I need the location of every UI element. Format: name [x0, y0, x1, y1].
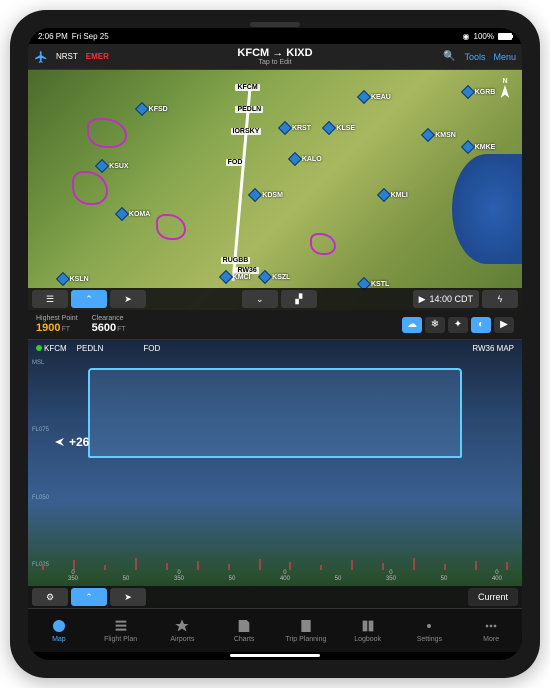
status-time: 2:06 PM [38, 32, 68, 41]
cloud-layer-toggle[interactable]: ☁ [402, 317, 422, 333]
route-title: KFCM → KIXD [237, 47, 312, 59]
time-label: 14:00 CDT [429, 294, 473, 304]
hp-unit: FT [61, 326, 70, 333]
route-header[interactable]: KFCM → KIXD Tap to Edit [237, 47, 312, 66]
hp-label: Highest Point [36, 315, 78, 322]
altitude-scale: MSL FL075 FL050 FL025 [32, 360, 49, 568]
airport[interactable]: KMKE [463, 142, 496, 152]
tab-airports[interactable]: Airports [152, 609, 214, 652]
map-tool-button[interactable]: ▞ [281, 290, 317, 308]
distance-scale: 0350 50 0350 50 0400 50 0350 50 0400 [68, 562, 502, 582]
chevron-down-button[interactable]: ⌄ [242, 290, 278, 308]
map-mode-button[interactable]: ⌃ [71, 290, 107, 308]
profile-wp-1: PEDLN [77, 344, 104, 353]
battery-pct: 100% [474, 32, 494, 41]
nrst-button[interactable]: NRST [56, 52, 78, 61]
airport[interactable]: KDSM [250, 190, 283, 200]
profile-locate-button[interactable]: ➤ [110, 588, 146, 606]
current-button[interactable]: Current [468, 588, 518, 606]
profile-toolbar: ⚙ ⌃ ➤ Current [28, 586, 522, 608]
screen: 2:06 PM Fri Sep 25 ◉ 100% NRST EMER KFCM… [28, 28, 522, 660]
ipad-frame: 2:06 PM Fri Sep 25 ◉ 100% NRST EMER KFCM… [10, 10, 540, 678]
home-indicator[interactable] [230, 654, 320, 657]
emer-button[interactable]: EMER [86, 52, 109, 61]
waypoint-2[interactable]: IORSKY [231, 128, 262, 135]
cl-label: Clearance [92, 315, 126, 322]
airport[interactable]: KSZL [260, 272, 290, 282]
ownship-alt: +26 [69, 435, 89, 449]
airport[interactable]: KMSN [423, 130, 456, 140]
cl-value: 5600 [92, 322, 116, 334]
play-icon: ▶ [419, 294, 426, 305]
airport[interactable]: KGRB [463, 87, 496, 97]
day-night-toggle[interactable]: ◐ [471, 317, 491, 333]
status-bar: 2:06 PM Fri Sep 25 ◉ 100% [28, 28, 522, 44]
airport[interactable]: KRST [280, 123, 311, 133]
hp-value: 1900 [36, 322, 60, 334]
metrics-bar: Highest Point 1900FT Clearance 5600FT ☁ … [28, 310, 522, 340]
lightning-button[interactable]: ϟ [482, 290, 518, 308]
battery-icon [498, 33, 512, 40]
map-view[interactable]: N KFCM PEDLN IORSKY FOD RUGBB RW36 KFSD … [28, 70, 522, 310]
search-icon[interactable]: 🔍 [442, 50, 456, 64]
tab-charts[interactable]: Charts [213, 609, 275, 652]
profile-view[interactable]: KFCM PEDLN FOD RW36 MAP MSL FL075 FL050 … [28, 340, 522, 608]
locate-button[interactable]: ➤ [110, 290, 146, 308]
tab-settings[interactable]: Settings [399, 609, 461, 652]
airport[interactable]: KFSD [137, 104, 168, 114]
airspace-shape [310, 233, 336, 255]
compass[interactable]: N [496, 78, 514, 100]
menu-button[interactable]: Menu [493, 52, 516, 62]
cloud-layer [88, 368, 462, 458]
tab-tripplanning[interactable]: Trip Planning [275, 609, 337, 652]
profile-wp-0: KFCM [36, 344, 67, 353]
waypoint-1[interactable]: PEDLN [235, 106, 263, 113]
airport[interactable]: KMCI [221, 272, 251, 282]
profile-wp-3: RW36 MAP [472, 344, 514, 353]
compass-n: N [502, 78, 507, 85]
airport[interactable]: KOMA [117, 209, 150, 219]
ice-layer-toggle[interactable]: ❄ [425, 317, 445, 333]
top-nav: NRST EMER KFCM → KIXD Tap to Edit 🔍 Tool… [28, 44, 522, 70]
waypoint-origin[interactable]: KFCM [235, 84, 259, 91]
airport[interactable]: KALO [290, 154, 322, 164]
ownship-marker: +26 [54, 435, 89, 449]
airspace-shape [156, 214, 186, 240]
tab-map[interactable]: Map [28, 609, 90, 652]
profile-settings-button[interactable]: ⚙ [32, 588, 68, 606]
connect-icon[interactable] [34, 50, 48, 64]
clearance-metric: Clearance 5600FT [92, 315, 126, 334]
time-scrubber[interactable]: ▶ 14:00 CDT [413, 290, 479, 308]
airport[interactable]: KMLI [379, 190, 408, 200]
map-toolbar: ☰ ⌃ ➤ ⌄ ▞ ▶ 14:00 CDT ϟ [28, 288, 522, 310]
route-line [232, 89, 252, 281]
tools-button[interactable]: Tools [464, 52, 485, 62]
turb-layer-toggle[interactable]: ✦ [448, 317, 468, 333]
airport[interactable]: KLSE [324, 123, 355, 133]
waypoint-3[interactable]: FOD [226, 159, 245, 166]
tab-logbook[interactable]: Logbook [337, 609, 399, 652]
cl-unit: FT [117, 326, 126, 333]
route-subtitle: Tap to Edit [237, 59, 312, 66]
airspace-shape [72, 171, 108, 205]
profile-mode-button[interactable]: ⌃ [71, 588, 107, 606]
wifi-icon: ◉ [463, 32, 470, 41]
tab-flightplan[interactable]: Flight Plan [90, 609, 152, 652]
status-date: Fri Sep 25 [72, 32, 109, 41]
tab-bar: Map Flight Plan Airports Charts Trip Pla… [28, 608, 522, 652]
airport[interactable]: KEAU [359, 92, 391, 102]
airspace-shape [87, 118, 127, 148]
profile-waypoints: KFCM PEDLN FOD RW36 MAP [36, 344, 514, 353]
next-button[interactable]: ▶ [494, 317, 514, 333]
airport[interactable]: KSUX [97, 161, 128, 171]
airport[interactable]: KSLN [58, 274, 89, 284]
layers-button[interactable]: ☰ [32, 290, 68, 308]
waypoint-4[interactable]: RUGBB [221, 257, 251, 264]
highest-point-metric: Highest Point 1900FT [36, 315, 78, 334]
tab-more[interactable]: More [460, 609, 522, 652]
profile-wp-2: FOD [143, 344, 160, 353]
